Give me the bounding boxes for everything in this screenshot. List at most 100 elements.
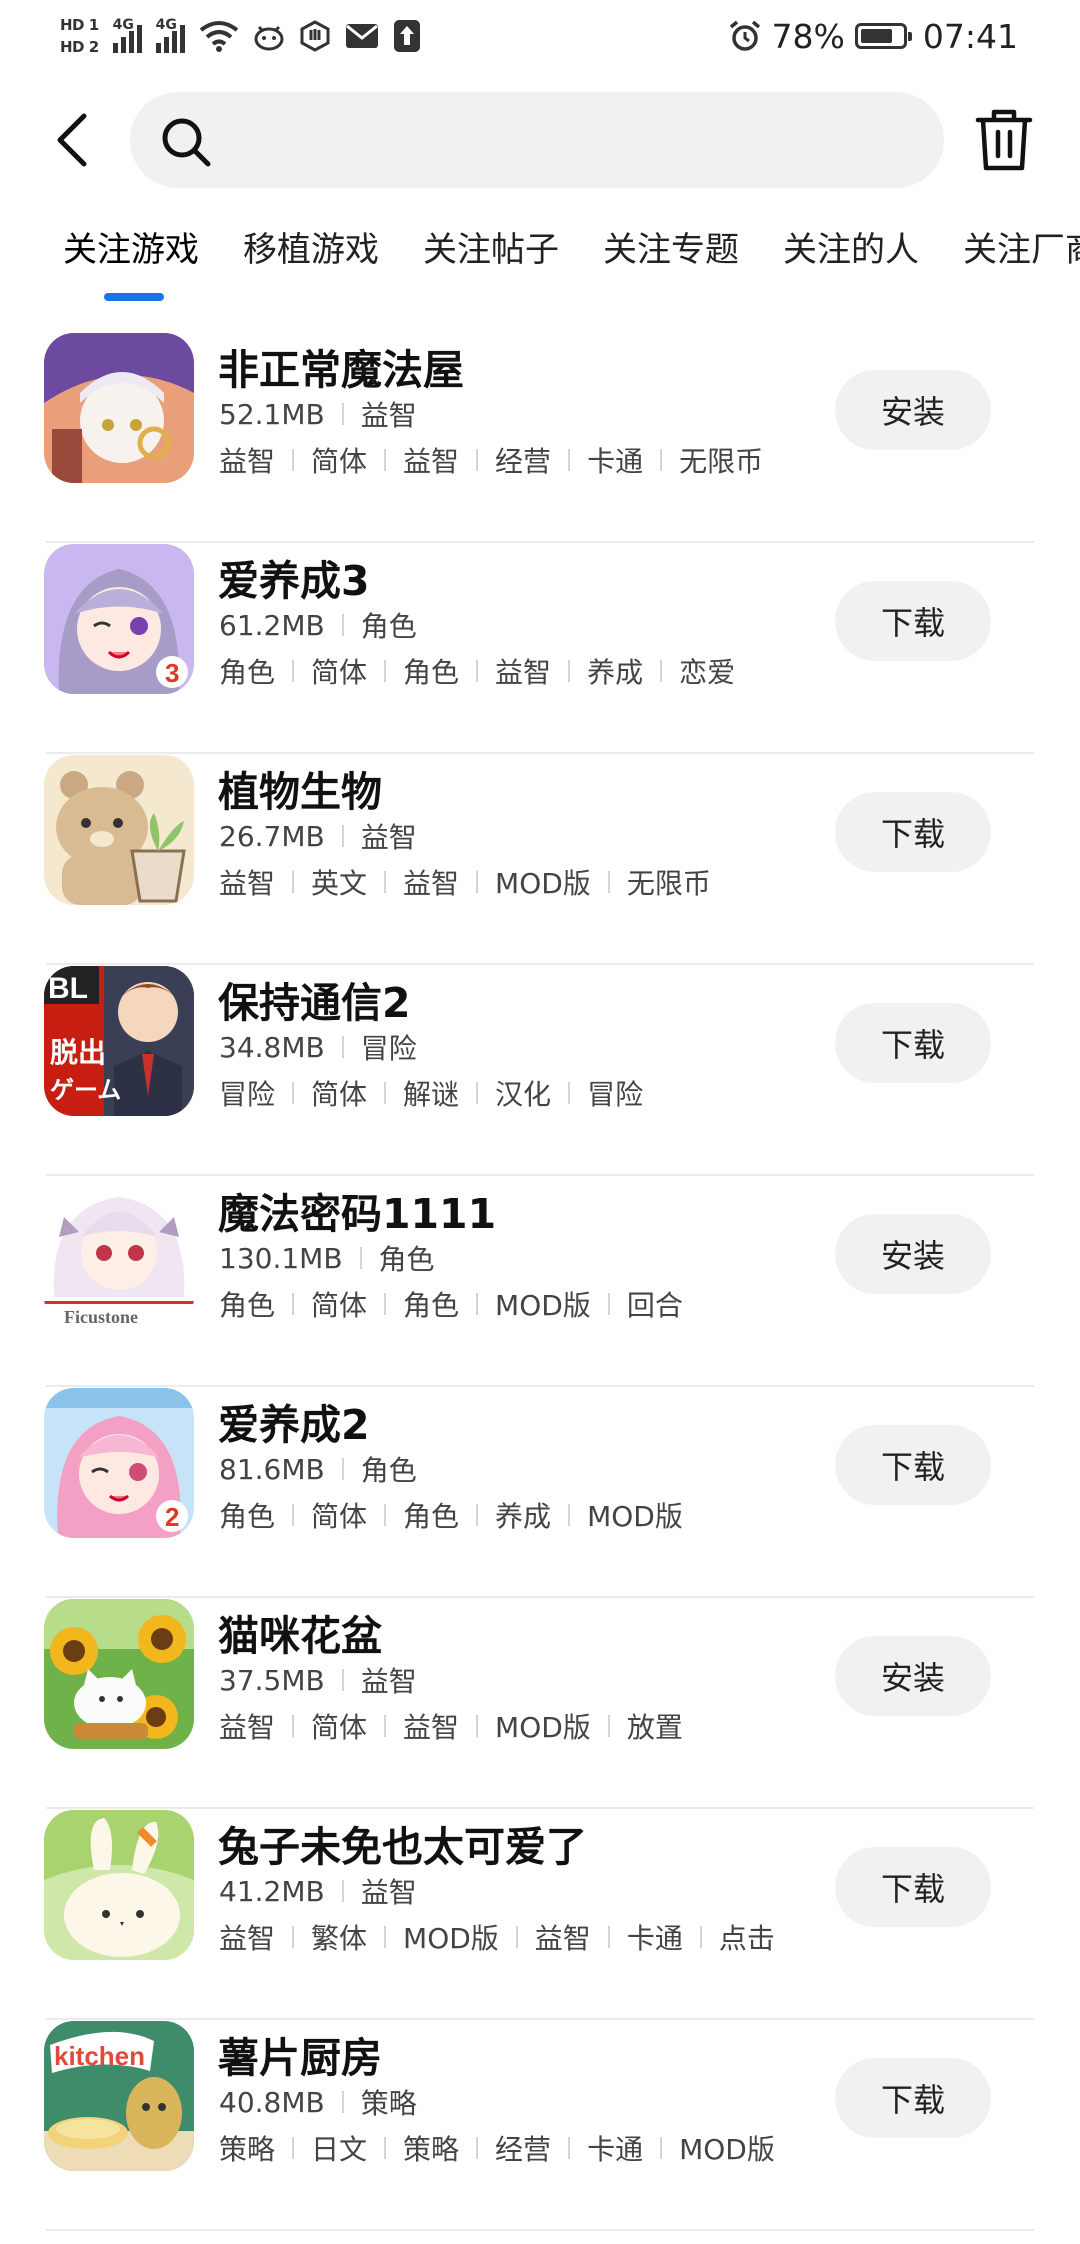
- game-title[interactable]: 保持通信2: [218, 969, 411, 1029]
- separator: [341, 1458, 344, 1480]
- game-tag: 日文: [311, 2133, 368, 2166]
- search-bar[interactable]: [130, 92, 944, 188]
- game-size: 26.7MB: [219, 819, 325, 853]
- sunflower-cat-icon[interactable]: [44, 1599, 194, 1749]
- download-button[interactable]: 下载: [835, 2058, 991, 2138]
- game-tags: 冒险 简体 解谜 汉化 冒险: [219, 1073, 643, 1113]
- game-title[interactable]: 兔子未免也太可爱了: [218, 1813, 587, 1873]
- game-tag: 益智: [219, 445, 276, 478]
- download-button[interactable]: 下载: [835, 792, 991, 872]
- sim-indicators: HD 1 HD 2: [60, 16, 99, 56]
- tab-followed-games[interactable]: 关注游戏: [63, 222, 199, 271]
- download-button[interactable]: 下载: [835, 581, 991, 661]
- game-list-item[interactable]: 猫咪花盆 37.5MB 益智益智 简体 益智 MOD版 放置 安装: [0, 1598, 1080, 1809]
- trash-icon: [975, 109, 1033, 171]
- game-size: 40.8MB: [219, 2085, 325, 2119]
- witch-girl-icon[interactable]: [44, 333, 194, 483]
- game-category: 益智: [360, 821, 417, 854]
- game-title[interactable]: 薯片厨房: [218, 2024, 382, 2084]
- search-input[interactable]: [230, 116, 914, 166]
- separator: [476, 1293, 479, 1315]
- game-size: 41.2MB: [219, 1874, 325, 1908]
- game-tag: 角色: [403, 1289, 460, 1322]
- game-category: 冒险: [360, 1032, 417, 1065]
- escape-game-icon[interactable]: BL 脱出 ゲーム: [44, 966, 194, 1116]
- separator: [384, 1082, 387, 1104]
- separator: [607, 1293, 610, 1315]
- svg-text:脱出: 脱出: [50, 1036, 106, 1069]
- game-title[interactable]: 爱养成3: [218, 547, 370, 607]
- game-list-item[interactable]: 非正常魔法屋 52.1MB 益智 益智 简体 益智 经营 卡通 无限币 安装: [0, 332, 1080, 543]
- download-button[interactable]: 下载: [835, 1425, 991, 1505]
- game-meta: 37.5MB 益智: [219, 1660, 417, 1700]
- install-button[interactable]: 安装: [835, 1636, 991, 1716]
- game-tag: 简体: [311, 1500, 368, 1533]
- game-tag: 卡通: [626, 1922, 683, 1955]
- game-tag: 策略: [403, 2133, 460, 2166]
- back-arrow-icon: [57, 113, 87, 167]
- separator: [607, 1715, 610, 1737]
- game-list-item[interactable]: 植物生物 26.7MB 益智 益智 英文 益智 MOD版 无限币 下载: [0, 754, 1080, 965]
- back-button[interactable]: [48, 110, 108, 170]
- game-list-item[interactable]: 兔子未免也太可爱了 41.2MB 益智 益智 繁体 MOD版 益智 卡通 点击 下载: [0, 1809, 1080, 2020]
- separator: [341, 1880, 344, 1902]
- game-tags: 角色 简体 角色 养成 MOD版: [219, 1495, 683, 1535]
- anime-girl-icon[interactable]: 3: [44, 544, 194, 694]
- install-button[interactable]: 安装: [835, 370, 991, 450]
- game-tags: 角色 简体 角色 益智 养成 恋爱: [219, 651, 735, 691]
- game-list-item[interactable]: kitchen 薯片厨房 40.8MB 策略 策略 日文 策略 经营 卡通 MOD版 下载: [0, 2020, 1080, 2231]
- download-button[interactable]: 下载: [835, 1847, 991, 1927]
- app-notification-icon: [253, 21, 285, 51]
- game-tag: MOD版: [587, 1500, 683, 1533]
- ficustone-girl-icon[interactable]: Ficustone: [44, 1177, 194, 1327]
- delete-button[interactable]: [970, 106, 1038, 174]
- game-tag: 英文: [311, 867, 368, 900]
- hd1-label: HD 1: [60, 16, 99, 34]
- svg-text:kitchen: kitchen: [54, 2041, 145, 2071]
- separator: [476, 871, 479, 893]
- game-tags: 益智 简体 益智 MOD版 放置: [219, 1706, 683, 1746]
- tab-followed-people[interactable]: 关注的人: [783, 222, 919, 271]
- game-category: 策略: [360, 2087, 417, 2120]
- separator: [476, 449, 479, 471]
- game-tag: 益智: [534, 1922, 591, 1955]
- separator: [359, 1247, 362, 1269]
- game-tag: 角色: [219, 1500, 276, 1533]
- search-icon: [158, 114, 214, 174]
- separator: [341, 1036, 344, 1058]
- separator: [476, 2137, 479, 2159]
- game-title[interactable]: 爱养成2: [218, 1391, 370, 1451]
- separator: [660, 449, 663, 471]
- separator: [384, 1293, 387, 1315]
- separator: [568, 449, 571, 471]
- tab-followed-posts[interactable]: 关注帖子: [423, 222, 559, 271]
- separator: [384, 660, 387, 682]
- tab-ported-games[interactable]: 移植游戏: [243, 222, 379, 271]
- game-list-item[interactable]: 3 爱养成3 61.2MB 角色 角色 简体 角色 益智 养成 恋爱 下载: [0, 543, 1080, 754]
- separator: [384, 1504, 387, 1526]
- separator: [607, 871, 610, 893]
- tab-followed-vendors[interactable]: 关注厂商: [963, 222, 1080, 271]
- game-list-item[interactable]: 2 爱养成2 81.6MB 角色 角色 简体 角色 养成 MOD版 下载: [0, 1387, 1080, 1598]
- battery-percent: 78%: [771, 16, 845, 56]
- download-button[interactable]: 下载: [835, 1003, 991, 1083]
- bear-plant-icon[interactable]: [44, 755, 194, 905]
- bunny-icon[interactable]: [44, 1810, 194, 1960]
- game-list-item[interactable]: BL 脱出 ゲーム 保持通信2 34.8MB 冒险 冒险 简体 解谜 汉化 冒险 下载: [0, 965, 1080, 1176]
- game-title[interactable]: 魔法密码1111: [218, 1180, 496, 1240]
- install-button[interactable]: 安装: [835, 1214, 991, 1294]
- potato-kitchen-icon[interactable]: kitchen: [44, 2021, 194, 2171]
- pink-hair-girl-icon[interactable]: 2: [44, 1388, 194, 1538]
- header: [0, 88, 1080, 192]
- mail-icon: [345, 23, 379, 49]
- game-tags: 益智 繁体 MOD版 益智 卡通 点击: [219, 1917, 775, 1957]
- alarm-icon: [728, 19, 762, 53]
- game-title[interactable]: 植物生物: [218, 758, 382, 818]
- game-tag: 简体: [311, 1711, 368, 1744]
- tab-followed-topics[interactable]: 关注专题: [603, 222, 739, 271]
- separator: [384, 449, 387, 471]
- game-title[interactable]: 猫咪花盆: [218, 1602, 382, 1662]
- game-size: 37.5MB: [219, 1663, 325, 1697]
- game-list-item[interactable]: Ficustone 魔法密码1111 130.1MB 角色 角色 简体 角色 MOD版 回合 安装: [0, 1176, 1080, 1387]
- game-title[interactable]: 非正常魔法屋: [218, 336, 464, 396]
